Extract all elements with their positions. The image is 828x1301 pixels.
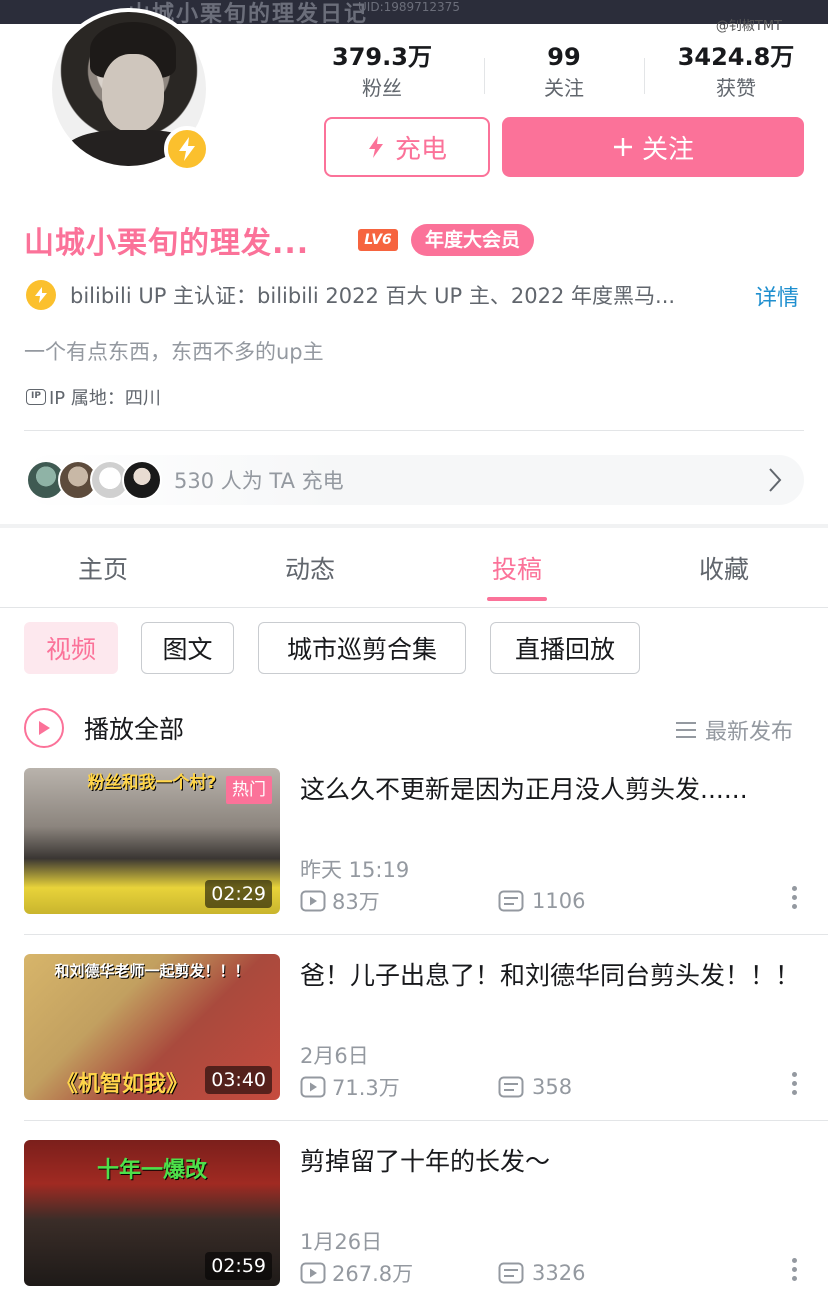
danmaku-count: 1106 — [498, 889, 585, 913]
play-count-icon — [300, 1262, 326, 1284]
follow-button[interactable]: 关注 — [502, 117, 804, 177]
play-count-icon — [300, 1076, 326, 1098]
video-thumbnail[interactable]: 粉丝和我一个村? 热门 02:29 — [24, 768, 280, 914]
filter-chip-live-replay[interactable]: 直播回放 — [490, 622, 640, 674]
danmaku-icon — [498, 1262, 524, 1284]
sort-label: 最新发布 — [705, 720, 794, 745]
vip-badge[interactable]: 年度大会员 — [411, 224, 535, 256]
more-options-icon[interactable] — [792, 886, 798, 913]
video-date: 昨天 15:19 — [300, 858, 410, 882]
video-thumbnail[interactable]: 十年一爆改 02:59 — [24, 1140, 280, 1286]
more-options-icon[interactable] — [792, 1072, 798, 1099]
charge-supporters-text: 530 人为 TA 充电 — [174, 469, 344, 493]
play-count-icon — [300, 890, 326, 912]
profile-tabs: 主页 动态 投稿 收藏 — [0, 528, 828, 608]
level-badge: LV6 — [358, 229, 398, 251]
video-duration: 03:40 — [205, 1066, 272, 1094]
play-icon — [24, 708, 64, 748]
charge-button[interactable]: 充电 — [324, 117, 490, 177]
certification-text: bilibili UP 主认证：bilibili 2022 百大 UP 主、20… — [70, 284, 676, 308]
lightning-icon — [164, 126, 210, 172]
stat-following[interactable]: 99 关注 — [520, 44, 608, 101]
ip-location-row: IP IP 属地：四川 — [26, 384, 161, 410]
ip-location: IP 属地：四川 — [49, 388, 161, 409]
signature: 一个有点东西，东西不多的up主 — [24, 340, 324, 364]
view-count: 267.8万 — [300, 1258, 498, 1288]
following-count: 99 — [547, 43, 581, 71]
video-stats: 71.3万 358 — [300, 1072, 572, 1102]
lightning-icon — [368, 136, 383, 158]
danmaku-count: 3326 — [498, 1261, 585, 1285]
charge-button-label: 充电 — [394, 134, 447, 165]
video-item[interactable]: 和刘德华老师一起剪发！！！ 《机智如我》 03:40 爸！儿子出息了！和刘德华同… — [0, 954, 828, 1140]
following-label: 关注 — [544, 76, 584, 101]
divider — [24, 934, 828, 935]
play-all-button[interactable]: 播放全部 — [24, 708, 184, 748]
likes-label: 获赞 — [716, 76, 756, 101]
filter-chip-city-collection[interactable]: 城市巡剪合集 — [258, 622, 466, 674]
thumbnail-caption: 十年一爆改 — [96, 1158, 207, 1183]
chevron-right-icon — [769, 468, 782, 492]
more-options-icon[interactable] — [792, 1258, 798, 1285]
filter-chip-video[interactable]: 视频 — [24, 622, 118, 674]
sort-button[interactable]: 最新发布 — [675, 714, 793, 746]
stat-divider — [484, 58, 485, 94]
video-stats: 267.8万 3326 — [300, 1258, 585, 1288]
video-thumbnail[interactable]: 和刘德华老师一起剪发！！！ 《机智如我》 03:40 — [24, 954, 280, 1100]
thumbnail-caption: 和刘德华老师一起剪发！！！ — [54, 962, 250, 980]
video-item[interactable]: 十年一爆改 02:59 剪掉留了十年的长发～ 1月26日 267.8万 3326 — [0, 1140, 828, 1301]
video-title[interactable]: 爸！儿子出息了！和刘德华同台剪头发！！！ — [300, 956, 805, 996]
active-tab-indicator — [487, 597, 547, 601]
tab-home[interactable]: 主页 — [43, 550, 163, 586]
danmaku-icon — [498, 890, 524, 912]
tab-favorites[interactable]: 收藏 — [664, 550, 784, 586]
filter-chip-articles[interactable]: 图文 — [141, 622, 234, 674]
supporter-avatar — [122, 460, 162, 500]
charge-supporters-bar[interactable]: 530 人为 TA 充电 — [24, 455, 804, 505]
video-duration: 02:29 — [205, 880, 272, 908]
danmaku-count: 358 — [498, 1075, 572, 1099]
plus-icon — [613, 138, 632, 156]
video-title[interactable]: 剪掉留了十年的长发～ — [300, 1142, 805, 1182]
likes-count: 3424.8万 — [677, 43, 795, 71]
followers-label: 粉丝 — [362, 76, 402, 101]
stat-divider — [644, 58, 645, 94]
certification-row: bilibili UP 主认证：bilibili 2022 百大 UP 主、20… — [26, 280, 730, 310]
banner-uid: UID:1989712375 — [358, 0, 460, 14]
hot-badge: 热门 — [226, 776, 272, 804]
divider — [24, 1120, 828, 1121]
video-stats: 83万 1106 — [300, 886, 585, 916]
danmaku-icon — [498, 1076, 524, 1098]
watermark: @钊椒TMT — [715, 19, 782, 34]
stat-followers[interactable]: 379.3万 粉丝 — [330, 44, 434, 101]
video-duration: 02:59 — [205, 1252, 272, 1280]
channel-name: 山城小栗旬的理发... — [24, 226, 310, 261]
tab-dynamics[interactable]: 动态 — [250, 550, 370, 586]
video-date: 1月26日 — [300, 1230, 383, 1254]
follow-button-label: 关注 — [641, 134, 694, 165]
view-count: 83万 — [300, 886, 498, 916]
video-title[interactable]: 这么久不更新是因为正月没人剪头发...... — [300, 770, 805, 810]
tab-uploads[interactable]: 投稿 — [457, 550, 577, 586]
play-all-label: 播放全部 — [84, 715, 185, 744]
stat-likes[interactable]: 3424.8万 获赞 — [672, 44, 800, 101]
video-item[interactable]: 粉丝和我一个村? 热门 02:29 这么久不更新是因为正月没人剪头发......… — [0, 768, 828, 954]
followers-count: 379.3万 — [332, 43, 432, 71]
supporter-avatars — [26, 460, 162, 500]
view-count: 71.3万 — [300, 1072, 498, 1102]
video-date: 2月6日 — [300, 1044, 369, 1068]
verified-lightning-icon — [26, 280, 56, 310]
details-link[interactable]: 详情 — [755, 280, 799, 312]
ip-icon: IP — [26, 389, 46, 405]
sort-icon — [676, 722, 696, 738]
divider — [24, 430, 804, 431]
